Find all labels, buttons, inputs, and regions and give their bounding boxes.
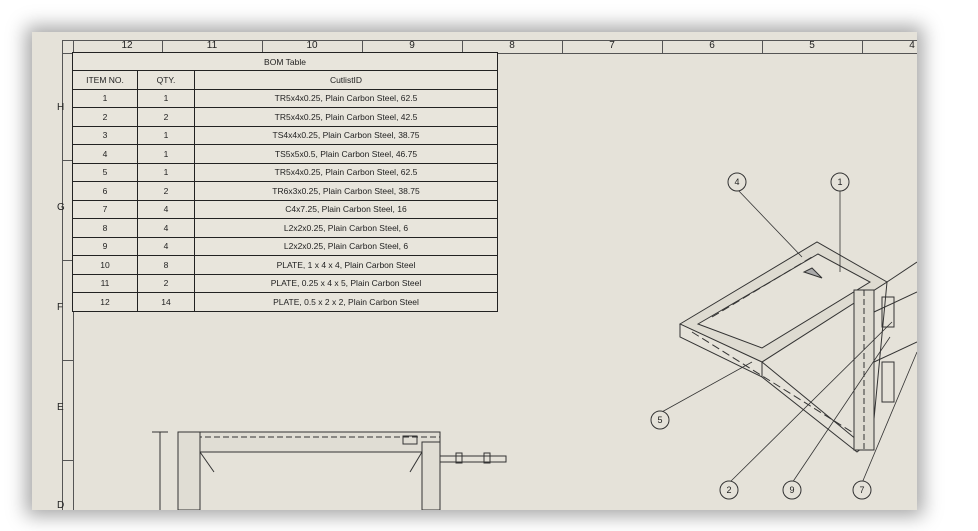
frame-isometric [678, 241, 917, 453]
isometric-view[interactable]: 4 1 5 2 9 7 [32, 32, 917, 510]
balloon-label: 1 [837, 177, 842, 187]
frame-front-view [152, 431, 507, 510]
drawing-sheet[interactable]: 12 11 10 9 8 7 6 5 4 H G F E D BOM Table… [32, 32, 917, 510]
balloon-label: 5 [657, 415, 662, 425]
balloon-label: 7 [859, 485, 864, 495]
balloon-label: 2 [726, 485, 731, 495]
balloon-label: 9 [789, 485, 794, 495]
balloon-label: 4 [734, 177, 739, 187]
